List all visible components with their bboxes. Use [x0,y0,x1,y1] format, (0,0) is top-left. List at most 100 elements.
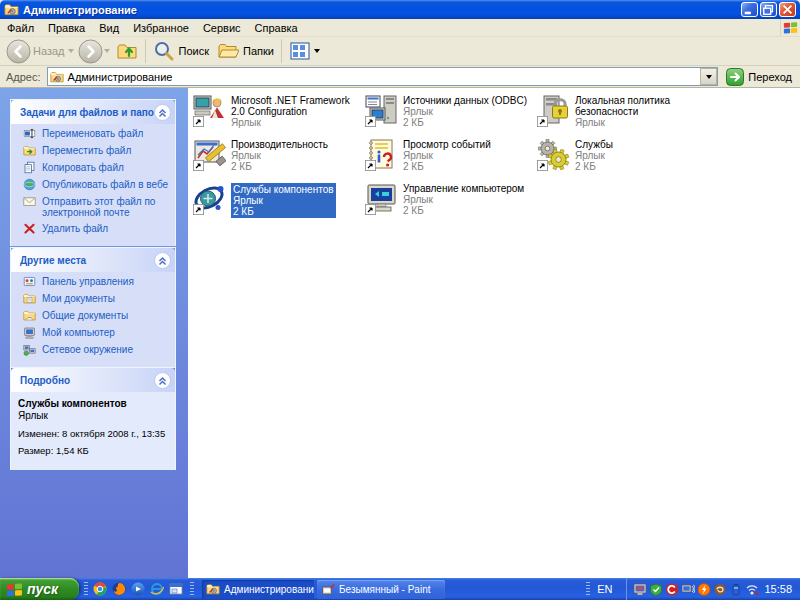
task-link[interactable]: Переименовать файл [22,128,171,140]
shortcut-overlay-icon [537,116,548,127]
task-link[interactable]: Панель управления [22,276,171,288]
menu-item[interactable]: Вид [92,20,126,36]
taskbar-handle[interactable] [190,582,194,596]
file-name: Производительность [231,139,328,150]
email-icon [22,195,37,208]
collapse-chevron-icon[interactable] [154,104,171,121]
address-combo[interactable]: Администрирование [47,67,719,86]
close-button[interactable] [779,2,796,17]
file-tile[interactable]: Microsoft .NET Framework 2.0 Configurati… [193,94,361,128]
outlook-icon[interactable] [169,582,183,596]
other-places-body: Панель управления Мои документы Общие доку… [11,272,175,367]
collapse-chevron-icon[interactable] [154,372,171,389]
file-name: Microsoft .NET Framework 2.0 Configurati… [231,95,361,117]
windows-flag-icon [6,582,23,597]
task-link[interactable]: Мои документы [22,293,171,305]
folders-icon[interactable] [217,40,239,62]
move-icon [22,144,37,157]
go-button[interactable]: Переход [724,68,796,86]
tray-lightning-icon[interactable] [697,583,711,596]
file-type: Ярлык [575,117,705,128]
wmp-icon[interactable] [131,582,145,596]
file-tile[interactable]: ПроизводительностьЯрлык2 КБ [193,138,361,172]
file-tasks-header[interactable]: Задачи для файлов и папок [11,100,175,124]
back-button[interactable] [6,39,31,64]
taskbar-task-button[interactable]: Администрирование [202,580,314,599]
taskbar-task-button[interactable]: Безымянный - Paint [317,580,445,599]
file-name: Локальная политика безопасности [575,95,705,117]
quick-launch-handle[interactable] [84,582,88,596]
back-dropdown-icon[interactable] [68,49,74,53]
details-body: Службы компонентов Ярлык Изменен: 8 октя… [11,392,175,470]
network-icon [22,343,37,356]
views-dropdown-icon[interactable] [314,49,320,53]
shortcut-overlay-icon [365,116,376,127]
tray-wifi-icon[interactable] [745,583,759,596]
performance-icon [193,138,226,171]
menu-item[interactable]: Правка [41,20,92,36]
task-link[interactable]: Копировать файл [22,162,171,174]
address-dropdown-button[interactable] [700,68,717,85]
tray-shield-icon[interactable] [665,583,679,596]
firefox-icon[interactable] [112,582,126,596]
file-size: 2 КБ [403,161,491,172]
file-tile[interactable]: Источники данных (ODBC)Ярлык2 КБ [365,94,533,128]
menu-items: ФайлПравкаВидИзбранноеСервисСправка [0,20,305,36]
file-tile[interactable]: СлужбыЯрлык2 КБ [537,138,705,172]
ie-icon[interactable] [150,582,164,596]
security-icon [537,94,570,127]
task-link[interactable]: Отправить этот файл по электронной почте [22,196,171,218]
tray-green-icon[interactable] [649,583,663,596]
forward-dropdown-icon[interactable] [104,49,110,53]
task-link[interactable]: Удалить файл [22,223,171,235]
tray-display-icon[interactable] [633,583,647,596]
menu-item[interactable]: Сервис [196,20,248,36]
file-tile[interactable]: Просмотр событийЯрлык2 КБ [365,138,533,172]
minimize-button[interactable] [741,2,758,17]
file-type: Ярлык [403,106,527,117]
file-tile[interactable]: Локальная политика безопасностиЯрлык [537,94,705,128]
language-bar-handle[interactable] [586,582,590,596]
address-label: Адрес: [6,71,41,83]
address-value: Администрирование [68,71,701,83]
restore-button[interactable] [760,2,777,17]
task-link[interactable]: Сетевое окружение [22,344,171,356]
other-places-header[interactable]: Другие места [11,248,175,272]
search-icon[interactable] [153,40,175,62]
chrome-icon[interactable] [93,582,107,596]
start-button[interactable]: пуск [0,578,79,600]
task-link[interactable]: Опубликовать файл в вебе [22,179,171,191]
tray-battery-icon[interactable] [729,583,743,596]
shortcut-overlay-icon [193,116,204,127]
rename-icon [22,127,37,140]
title-bar[interactable]: Администрирование [0,0,800,19]
forward-button[interactable] [78,39,103,64]
windows-logo-icon [780,19,800,36]
menu-item[interactable]: Файл [0,20,41,36]
menu-item[interactable]: Избранное [126,20,196,36]
up-button[interactable] [116,40,138,62]
window-icon [4,2,19,17]
task-button-label: Администрирование [224,584,314,595]
tray-netmon-icon[interactable] [681,583,695,596]
menu-item[interactable]: Справка [248,20,305,36]
taskbar-clock[interactable]: 15:58 [764,583,792,595]
collapse-chevron-icon[interactable] [154,252,171,269]
language-indicator[interactable]: EN [597,583,612,595]
views-button[interactable] [289,40,311,62]
search-label: Поиск [179,45,209,57]
file-tile[interactable]: Управление компьютеромЯрлык2 КБ [365,182,533,216]
task-link-label: Переместить файл [42,145,131,156]
file-tile[interactable]: Службы компонентовЯрлык2 КБ [193,182,361,218]
task-link[interactable]: Переместить файл [22,145,171,157]
file-type: Ярлык [403,194,524,205]
task-link[interactable]: Общие документы [22,310,171,322]
admin-folder-icon [206,582,220,596]
details-header[interactable]: Подробно [11,368,175,392]
events-icon [365,138,398,171]
task-link[interactable]: Мой компьютер [22,327,171,339]
file-tasks-title: Задачи для файлов и папок [20,107,154,118]
screen: Администрирование ФайлПравкаВидИзбранное… [0,0,800,600]
shared-documents-icon [22,309,37,322]
tray-swirl-icon[interactable] [713,583,727,596]
